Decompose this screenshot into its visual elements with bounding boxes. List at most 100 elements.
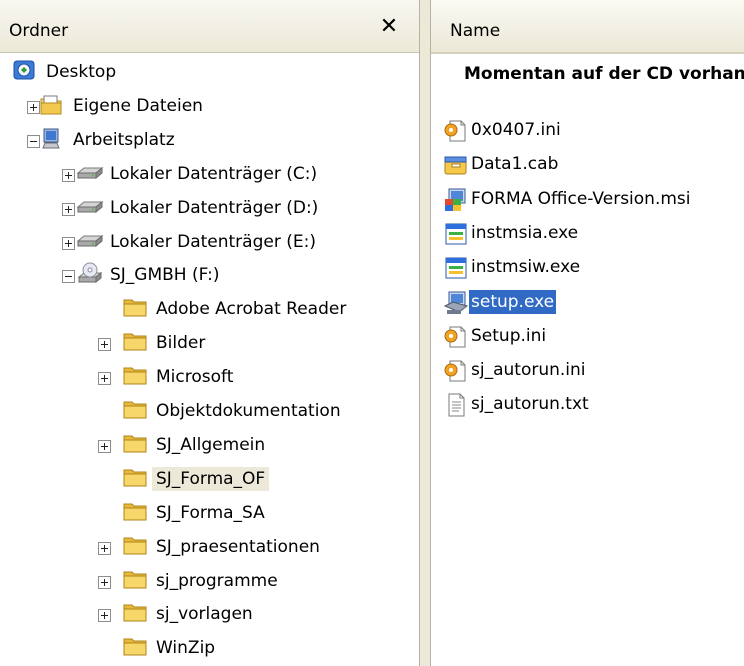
close-icon[interactable]: ✕ — [376, 14, 402, 40]
file-item-data1-cab[interactable]: Data1.cab — [443, 150, 743, 182]
file-item-setup-ini[interactable]: Setup.ini — [443, 322, 743, 354]
tree-item-label: Bilder — [156, 333, 206, 354]
folder-icon — [122, 601, 150, 627]
tree-item-sj-praesentationen[interactable]: SJ_praesentationen — [0, 533, 419, 567]
expand-plus-icon[interactable] — [98, 609, 111, 623]
file-item-sj-autorun-txt[interactable]: sj_autorun.txt — [443, 390, 743, 422]
my-computer-icon — [39, 127, 67, 153]
file-name: instmsiw.exe — [471, 257, 581, 278]
my-documents-icon — [39, 93, 67, 119]
folder-icon — [122, 568, 150, 594]
tree-item-lokaler-datentr-ger-d[interactable]: Lokaler Datenträger (D:) — [0, 194, 419, 228]
tree-item-sj-gmbh-f[interactable]: SJ_GMBH (F:) — [0, 261, 419, 295]
tree-item-label: sj_programme — [156, 570, 278, 591]
file-item-instmsia-exe[interactable]: instmsia.exe — [443, 219, 743, 251]
hard-drive-icon — [76, 229, 104, 255]
tree-item-sj-vorlagen[interactable]: sj_vorlagen — [0, 600, 419, 634]
file-item-instmsiw-exe[interactable]: instmsiw.exe — [443, 253, 743, 285]
file-name: sj_autorun.ini — [471, 360, 586, 381]
column-header-name[interactable]: Name — [450, 21, 500, 41]
tree-item-label: SJ_praesentationen — [156, 536, 320, 557]
column-header: Name — [431, 0, 744, 54]
text-file-icon — [443, 392, 469, 418]
pane-splitter[interactable] — [419, 0, 431, 666]
hard-drive-icon — [76, 195, 104, 221]
folder-icon — [122, 398, 150, 424]
cd-drive-icon — [76, 262, 104, 288]
tree-item-adobe-acrobat-reader[interactable]: Adobe Acrobat Reader — [0, 295, 419, 329]
folder-icon — [122, 466, 150, 492]
tree-item-label: Lokaler Datenträger (C:) — [110, 163, 318, 184]
folder-pane: Ordner ✕ Desktop Eigene Dateien Arbeitspla… — [0, 0, 419, 666]
tree-item-objektdokumentation[interactable]: Objektdokumentation — [0, 397, 419, 431]
msi-installer-icon — [443, 187, 469, 213]
ini-file-icon — [443, 358, 469, 384]
file-item-forma-office-version-msi[interactable]: FORMA Office-Version.msi — [443, 185, 743, 217]
tree-item-microsoft[interactable]: Microsoft — [0, 363, 419, 397]
expand-plus-icon[interactable] — [98, 541, 111, 555]
folder-icon — [122, 500, 150, 526]
tree-item-desktop[interactable]: Desktop — [0, 58, 419, 92]
tree-item-label: WinZip — [156, 638, 216, 659]
exe-window-icon — [443, 255, 469, 281]
folder-pane-header: Ordner ✕ — [0, 0, 419, 53]
tree-item-arbeitsplatz[interactable]: Arbeitsplatz — [0, 126, 419, 160]
file-item-setup-exe[interactable]: setup.exe — [443, 288, 743, 320]
collapse-minus-icon[interactable] — [62, 270, 75, 284]
tree-item-label: Adobe Acrobat Reader — [156, 299, 347, 320]
tree-item-sj-forma-of[interactable]: SJ_Forma_OF — [0, 465, 419, 499]
tree-item-bilder[interactable]: Bilder — [0, 329, 419, 363]
file-name: sj_autorun.txt — [471, 394, 589, 415]
tree-item-sj-allgemein[interactable]: SJ_Allgemein — [0, 431, 419, 465]
tree-item-label: sj_vorlagen — [156, 604, 253, 625]
tree-item-lokaler-datentr-ger-e[interactable]: Lokaler Datenträger (E:) — [0, 228, 419, 262]
expand-plus-icon[interactable] — [98, 372, 111, 386]
setup-exe-icon — [443, 290, 469, 316]
expand-plus-icon[interactable] — [62, 236, 75, 250]
folder-icon — [122, 364, 150, 390]
folder-icon — [122, 330, 150, 356]
tree-item-label: Arbeitsplatz — [73, 129, 175, 150]
tree-item-label: Objektdokumentation — [156, 401, 341, 421]
expand-plus-icon[interactable] — [98, 575, 111, 589]
tree-item-winzip[interactable]: WinZip — [0, 634, 419, 666]
expand-plus-icon[interactable] — [62, 168, 75, 182]
folder-icon — [122, 296, 150, 322]
file-item-sj-autorun-ini[interactable]: sj_autorun.ini — [443, 356, 743, 388]
folder-pane-title: Ordner — [9, 21, 69, 41]
folder-icon — [122, 635, 150, 661]
tree-item-label: Lokaler Datenträger (E:) — [110, 231, 316, 252]
tree-item-label: SJ_Allgemein — [156, 434, 266, 455]
file-name: Setup.ini — [471, 325, 547, 346]
expand-plus-icon[interactable] — [98, 439, 111, 453]
tree-item-label: SJ_Forma_OF — [152, 466, 270, 491]
tree-item-sj-forma-sa[interactable]: SJ_Forma_SA — [0, 499, 419, 533]
group-header: Momentan auf der CD vorhandene Dateien — [464, 64, 744, 84]
exe-window-icon — [443, 221, 469, 247]
tree-item-label: Desktop — [46, 62, 117, 82]
hard-drive-icon — [76, 161, 104, 187]
ini-file-icon — [443, 324, 469, 350]
file-name: FORMA Office-Version.msi — [471, 188, 691, 209]
tree-item-label: SJ_GMBH (F:) — [110, 265, 220, 286]
folder-icon — [122, 534, 150, 560]
tree-item-label: SJ_Forma_SA — [156, 502, 265, 523]
cab-file-icon — [443, 152, 469, 178]
tree-item-lokaler-datentr-ger-c[interactable]: Lokaler Datenträger (C:) — [0, 160, 419, 194]
file-list-pane: Name Momentan auf der CD vorhandene Date… — [431, 0, 744, 666]
desktop-icon — [12, 59, 40, 85]
tree-item-label: Eigene Dateien — [73, 95, 203, 116]
tree-item-eigene-dateien[interactable]: Eigene Dateien — [0, 92, 419, 126]
ini-file-icon — [443, 118, 469, 144]
tree-item-sj-programme[interactable]: sj_programme — [0, 567, 419, 601]
expand-plus-icon[interactable] — [98, 338, 111, 352]
file-name: 0x0407.ini — [471, 120, 561, 140]
file-name: setup.exe — [469, 289, 557, 314]
tree-item-label: Microsoft — [156, 367, 234, 388]
folder-icon — [122, 432, 150, 458]
file-name: Data1.cab — [471, 154, 559, 175]
file-name: instmsia.exe — [471, 222, 579, 243]
tree-item-label: Lokaler Datenträger (D:) — [110, 197, 319, 218]
expand-plus-icon[interactable] — [62, 202, 75, 216]
file-item-0x0407-ini[interactable]: 0x0407.ini — [443, 116, 743, 148]
